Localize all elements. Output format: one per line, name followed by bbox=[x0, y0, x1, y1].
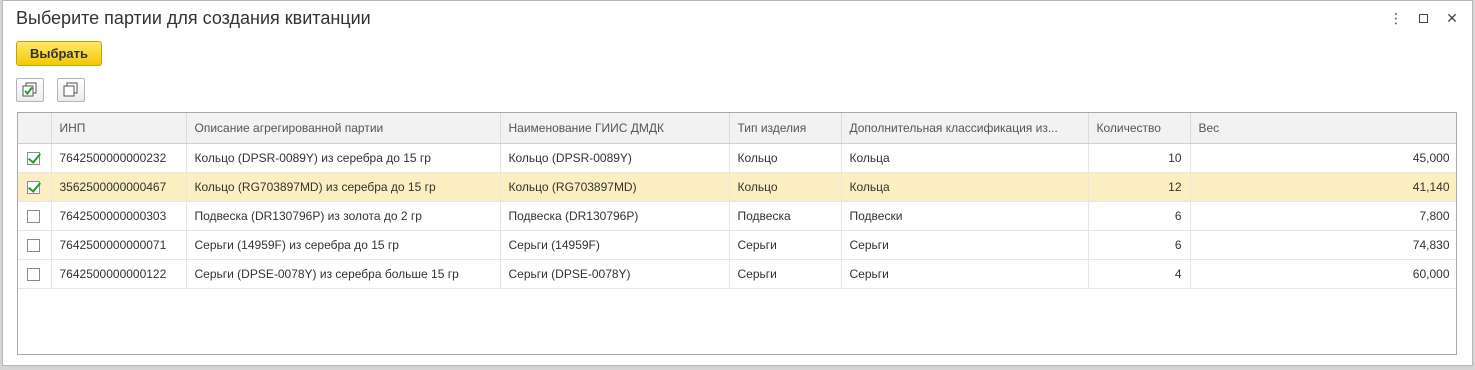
dialog-window: Выберите партии для создания квитанции ⋮… bbox=[2, 0, 1473, 366]
table-row[interactable]: 7642500000000303 Подвеска (DR130796P) из… bbox=[18, 201, 1456, 231]
close-icon[interactable]: ✕ bbox=[1446, 10, 1458, 26]
dialog-title: Выберите партии для создания квитанции bbox=[16, 8, 371, 28]
row-checkbox[interactable] bbox=[27, 151, 40, 165]
cell-inp: 7642500000000071 bbox=[51, 230, 187, 260]
check-all-button[interactable] bbox=[16, 78, 44, 102]
cell-weight: 60,000 bbox=[1190, 259, 1456, 289]
cell-weight: 74,830 bbox=[1190, 230, 1456, 260]
col-header-check[interactable] bbox=[18, 113, 52, 144]
row-checkbox[interactable] bbox=[27, 180, 40, 194]
table-header: ИНП Описание агрегированной партии Наиме… bbox=[18, 113, 1456, 144]
batches-table: ИНП Описание агрегированной партии Наиме… bbox=[17, 112, 1457, 355]
table-row[interactable]: 7642500000000071 Серьги (14959F) из сере… bbox=[18, 230, 1456, 260]
col-header-classification[interactable]: Дополнительная классификация из... bbox=[841, 113, 1089, 144]
row-checkbox[interactable] bbox=[27, 267, 40, 281]
col-header-inp[interactable]: ИНП bbox=[51, 113, 187, 144]
table-row[interactable]: 7642500000000232 Кольцо (DPSR-0089Y) из … bbox=[18, 143, 1456, 173]
cell-weight: 45,000 bbox=[1190, 143, 1456, 173]
uncheck-all-button[interactable] bbox=[57, 78, 85, 102]
cell-classification: Кольца bbox=[841, 172, 1089, 202]
cell-giis-name: Серьги (14959F) bbox=[500, 230, 730, 260]
uncheck-all-icon bbox=[63, 82, 78, 97]
more-menu-icon[interactable]: ⋮ bbox=[1389, 10, 1403, 26]
cell-inp: 7642500000000232 bbox=[51, 143, 187, 173]
cell-type: Серьги bbox=[729, 230, 842, 260]
col-header-giis-name[interactable]: Наименование ГИИС ДМДК bbox=[500, 113, 730, 144]
cell-weight: 41,140 bbox=[1190, 172, 1456, 202]
cell-giis-name: Кольцо (RG703897MD) bbox=[500, 172, 730, 202]
cell-quantity: 6 bbox=[1088, 201, 1191, 231]
cell-giis-name: Кольцо (DPSR-0089Y) bbox=[500, 143, 730, 173]
cell-classification: Подвески bbox=[841, 201, 1089, 231]
cell-quantity: 12 bbox=[1088, 172, 1191, 202]
col-header-weight[interactable]: Вес bbox=[1190, 113, 1456, 144]
col-header-description[interactable]: Описание агрегированной партии bbox=[186, 113, 501, 144]
row-checkbox[interactable] bbox=[27, 209, 40, 223]
cell-quantity: 4 bbox=[1088, 259, 1191, 289]
cell-inp: 7642500000000122 bbox=[51, 259, 187, 289]
cell-type: Кольцо bbox=[729, 172, 842, 202]
cell-weight: 7,800 bbox=[1190, 201, 1456, 231]
cell-classification: Серьги bbox=[841, 230, 1089, 260]
cell-description: Кольцо (DPSR-0089Y) из серебра до 15 гр bbox=[186, 143, 501, 173]
col-header-type[interactable]: Тип изделия bbox=[729, 113, 842, 144]
row-checkbox[interactable] bbox=[27, 238, 40, 252]
cell-giis-name: Серьги (DPSE-0078Y) bbox=[500, 259, 730, 289]
table-row[interactable]: 7642500000000122 Серьги (DPSE-0078Y) из … bbox=[18, 259, 1456, 289]
cell-type: Серьги bbox=[729, 259, 842, 289]
cell-quantity: 10 bbox=[1088, 143, 1191, 173]
cell-type: Кольцо bbox=[729, 143, 842, 173]
cell-type: Подвеска bbox=[729, 201, 842, 231]
cell-classification: Кольца bbox=[841, 143, 1089, 173]
maximize-icon[interactable] bbox=[1419, 13, 1428, 23]
cell-description: Серьги (DPSE-0078Y) из серебра больше 15… bbox=[186, 259, 501, 289]
table-row[interactable]: 3562500000000467 Кольцо (RG703897MD) из … bbox=[18, 172, 1456, 202]
cell-quantity: 6 bbox=[1088, 230, 1191, 260]
cell-classification: Серьги bbox=[841, 259, 1089, 289]
col-header-quantity[interactable]: Количество bbox=[1088, 113, 1191, 144]
check-all-icon bbox=[22, 82, 37, 97]
select-button[interactable]: Выбрать bbox=[16, 41, 102, 66]
cell-inp: 7642500000000303 bbox=[51, 201, 187, 231]
cell-description: Серьги (14959F) из серебра до 15 гр bbox=[186, 230, 501, 260]
cell-description: Подвеска (DR130796P) из золота до 2 гр bbox=[186, 201, 501, 231]
cell-description: Кольцо (RG703897MD) из серебра до 15 гр bbox=[186, 172, 501, 202]
cell-inp: 3562500000000467 bbox=[51, 172, 187, 202]
window-controls: ⋮ ✕ bbox=[1389, 10, 1458, 26]
cell-giis-name: Подвеска (DR130796P) bbox=[500, 201, 730, 231]
